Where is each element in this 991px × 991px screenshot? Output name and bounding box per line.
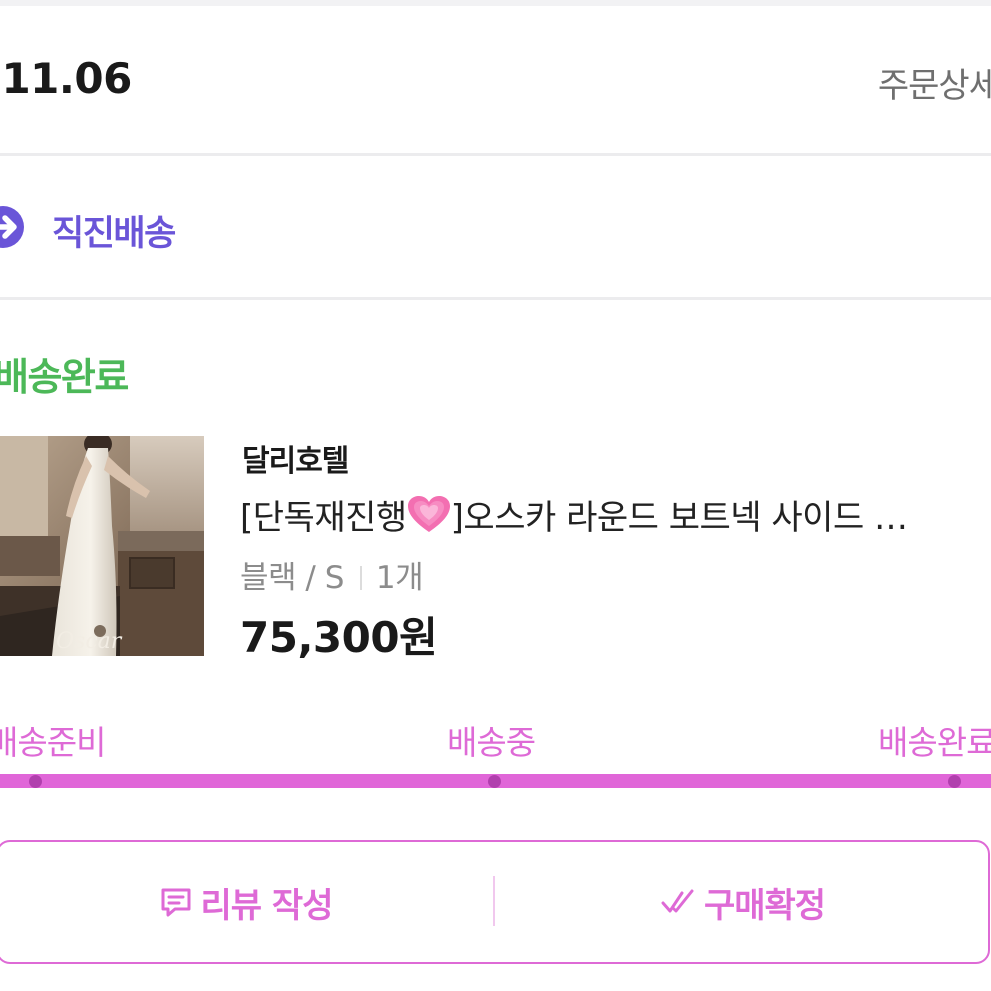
order-card-page: .11.06 주문상세 직진배송 배송완료 Oscar 달리호텔 [단독재진행 …: [0, 0, 991, 991]
order-header: .11.06 주문상세: [0, 6, 991, 154]
order-detail-link[interactable]: 주문상세: [878, 58, 991, 107]
confirm-purchase-button[interactable]: 구매확정: [495, 842, 990, 962]
write-review-label: 리뷰 작성: [200, 885, 334, 926]
product-title-suffix: ]오스카 라운드 보트넥 사이드 …: [450, 498, 908, 538]
product-price: 75,300원: [240, 613, 438, 662]
product-title-prefix: [단독재진행: [240, 498, 407, 538]
progress-dot-delivered: [948, 775, 961, 788]
double-check-icon: [661, 889, 694, 913]
product-quantity: 1개: [375, 560, 424, 596]
delivery-type-row: 직진배송: [0, 157, 991, 297]
progress-step-ready: 배송준비: [0, 723, 106, 762]
delivery-status-title: 배송완료: [0, 355, 129, 399]
product-option-line: 블랙 / S 1개: [240, 552, 424, 597]
product-title[interactable]: [단독재진행 ]오스카 라운드 보트넥 사이드 …: [240, 490, 991, 539]
progress-step-shipping: 배송중: [447, 723, 536, 762]
product-option: 블랙 / S: [240, 560, 344, 596]
arrow-right-circle-icon: [0, 206, 24, 248]
header-divider: [0, 153, 991, 156]
progress-dot-ready: [29, 775, 42, 788]
section-divider: [0, 297, 991, 300]
thumbnail-caption: Oscar: [56, 629, 123, 654]
delivery-type-label: 직진배송: [52, 214, 176, 254]
option-separator: [359, 566, 362, 590]
write-review-button[interactable]: 리뷰 작성: [0, 842, 493, 962]
growing-heart-icon: [407, 496, 450, 532]
store-name[interactable]: 달리호텔: [242, 436, 349, 480]
confirm-purchase-label: 구매확정: [703, 885, 826, 926]
progress-dot-shipping: [488, 775, 501, 788]
product-thumbnail[interactable]: Oscar: [0, 436, 204, 656]
action-buttons-box: 리뷰 작성 구매확정: [0, 840, 990, 964]
progress-step-delivered: 배송완료: [878, 723, 991, 762]
review-pencil-icon: [161, 888, 191, 917]
order-date: .11.06: [0, 54, 132, 103]
